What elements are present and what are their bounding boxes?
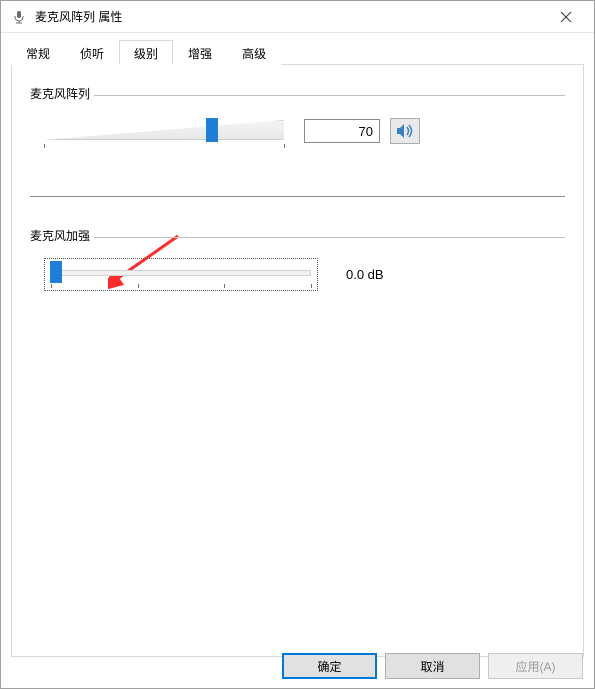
group-mic-array-label: 麦克风阵列 xyxy=(30,85,90,102)
tab-listen[interactable]: 侦听 xyxy=(65,40,119,65)
cancel-button[interactable]: 取消 xyxy=(385,653,480,679)
balance-button[interactable] xyxy=(390,118,420,144)
microphone-icon xyxy=(11,9,27,25)
content-area: 常规 侦听 级别 增强 高级 麦克风阵列 xyxy=(1,33,594,657)
tab-strip: 常规 侦听 级别 增强 高级 xyxy=(11,39,584,65)
mic-array-value-input[interactable] xyxy=(304,119,380,143)
close-icon xyxy=(560,11,572,23)
ok-button[interactable]: 确定 xyxy=(282,653,377,679)
tab-advanced[interactable]: 高级 xyxy=(227,40,281,65)
group-mic-boost-label: 麦克风加强 xyxy=(30,227,90,244)
mic-boost-slider[interactable] xyxy=(51,262,311,284)
mic-boost-value: 0.0 dB xyxy=(346,267,384,282)
tab-general[interactable]: 常规 xyxy=(11,40,65,65)
apply-button: 应用(A) xyxy=(488,653,583,679)
separator xyxy=(30,196,565,197)
tab-enhance[interactable]: 增强 xyxy=(173,40,227,65)
tab-levels[interactable]: 级别 xyxy=(119,40,173,65)
dialog-button-bar: 确定 取消 应用(A) xyxy=(282,653,583,679)
close-button[interactable] xyxy=(546,3,586,31)
group-mic-array: 麦克风阵列 xyxy=(30,85,565,160)
levels-panel: 麦克风阵列 xyxy=(11,65,584,657)
mic-array-slider[interactable] xyxy=(44,118,284,144)
titlebar: 麦克风阵列 属性 xyxy=(1,1,594,33)
speaker-icon xyxy=(396,123,414,139)
group-mic-boost: 麦克风加强 0.0 dB xyxy=(30,227,565,303)
window-title: 麦克风阵列 属性 xyxy=(35,8,546,25)
